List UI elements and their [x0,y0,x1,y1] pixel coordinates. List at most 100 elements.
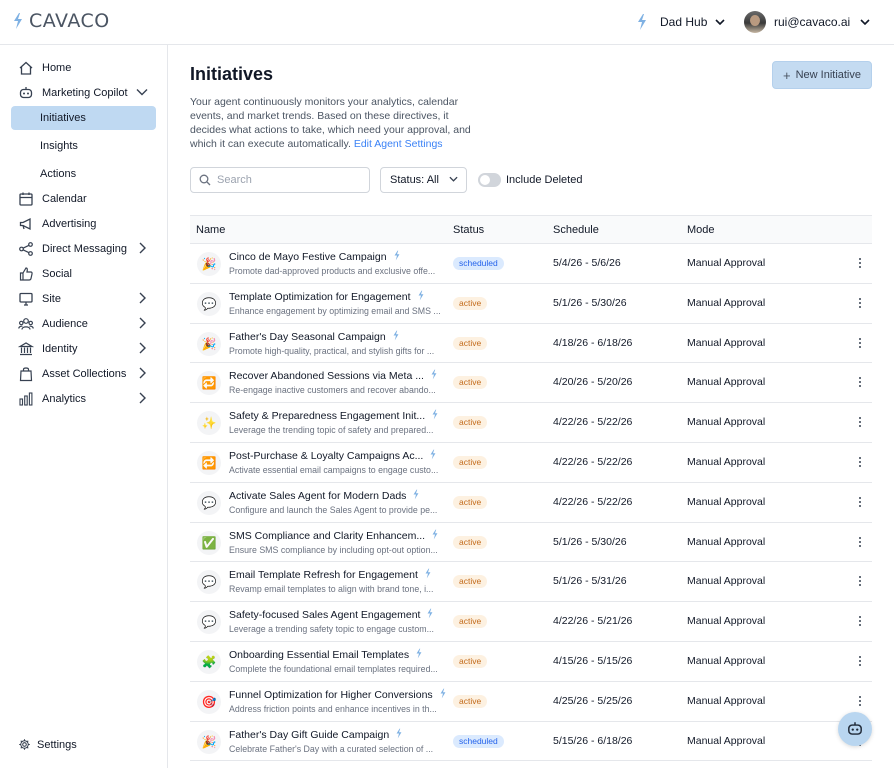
sidebar-item-initiatives[interactable]: Initiatives [11,106,156,130]
initiative-name: Activate Sales Agent for Modern Dads [229,489,420,503]
sidebar-item-home[interactable]: Home [11,56,156,80]
search-field[interactable] [190,167,370,193]
initiative-schedule: 4/22/26 - 5/21/26 [553,615,633,628]
gear-icon [19,739,30,750]
sidebar-item-label: Advertising [42,218,97,230]
copilot-chat-button[interactable] [838,712,872,746]
column-header-schedule[interactable]: Schedule [553,224,599,236]
status-filter-select[interactable]: Status: All [380,167,467,193]
ai-bolt-icon [415,648,423,662]
chevron-right-icon [139,392,146,404]
table-row[interactable]: 🎉 Father's Day Gift Guide Campaign Celebra… [190,722,872,762]
page-description: Your agent continuously monitors your an… [190,95,480,151]
initiative-name-text: Activate Sales Agent for Modern Dads [229,489,407,502]
status-badge: active [453,296,488,310]
initiative-mode: Manual Approval [687,296,766,309]
table-row[interactable]: 🎉 Cinco de Mayo Festive Campaign Promote d… [190,244,872,284]
table-row[interactable]: 🧩 Onboarding Essential Email Templates Com… [190,642,872,682]
sidebar-item-site[interactable]: Site [11,287,156,311]
table-row[interactable]: 💬 Template Optimization for Engagement Enh… [190,284,872,324]
initiative-name: Cinco de Mayo Festive Campaign [229,250,401,264]
more-options-icon[interactable] [856,415,864,429]
calendar-icon [17,190,35,208]
sidebar-item-label: Identity [42,343,78,355]
ai-bolt-icon [395,728,403,742]
more-options-icon[interactable] [856,614,864,628]
table-row[interactable]: ✨ Safety & Preparedness Engagement Init..… [190,403,872,443]
initiative-emoji-icon: 🎉 [197,729,221,754]
status-badge: active [453,336,488,350]
more-options-icon[interactable] [856,455,864,469]
sidebar-item-marketing-copilot[interactable]: Marketing Copilot [11,81,156,105]
sidebar-item-social[interactable]: Social [11,262,156,286]
sidebar-item-calendar[interactable]: Calendar [11,187,156,211]
initiative-mode: Manual Approval [687,416,766,429]
column-header-mode[interactable]: Mode [687,224,715,236]
search-input[interactable] [217,174,357,186]
monitor-icon [17,290,35,308]
sidebar-item-identity[interactable]: Identity [11,337,156,361]
sidebar-item-audience[interactable]: Audience [11,312,156,336]
table-row[interactable]: 💬 Activate Sales Agent for Modern Dads Con… [190,483,872,523]
more-options-icon[interactable] [856,296,864,310]
table-row[interactable]: 🎯 Funnel Optimization for Higher Conversi… [190,682,872,722]
table-row[interactable]: 🔁 Recover Abandoned Sessions via Meta ...… [190,363,872,404]
initiative-description: Promote dad-approved products and exclus… [229,266,436,276]
table-row[interactable]: 🎉 Father's Day Seasonal Campaign Promote h… [190,324,872,364]
chevron-right-icon [139,367,146,379]
sidebar-item-insights[interactable]: Insights [11,134,156,158]
sidebar-item-actions[interactable]: Actions [11,162,156,186]
hub-label: Dad Hub [660,15,708,29]
new-initiative-button[interactable]: + New Initiative [772,61,872,89]
more-options-icon[interactable] [856,495,864,509]
table-row[interactable]: ✅ SMS Compliance and Clarity Enhancem... E… [190,523,872,563]
sidebar-item-label: Initiatives [40,112,86,124]
initiative-mode: Manual Approval [687,654,766,667]
column-header-status[interactable]: Status [453,224,484,236]
more-options-icon[interactable] [856,574,864,588]
sidebar-item-label: Calendar [42,193,87,205]
sidebar-item-settings[interactable]: Settings [18,738,77,751]
table-row[interactable]: 💬 Safety-focused Sales Agent Engagement Le… [190,602,872,642]
more-options-icon[interactable] [856,654,864,668]
initiative-emoji-icon: 🧩 [197,649,221,674]
sidebar-item-asset-collections[interactable]: Asset Collections [11,362,156,386]
initiative-emoji-icon: 💬 [197,610,221,635]
edit-agent-settings-link[interactable]: Edit Agent Settings [354,138,443,150]
more-options-icon[interactable] [856,336,864,350]
more-options-icon[interactable] [856,535,864,549]
status-badge: scheduled [453,257,504,270]
initiative-name-text: Father's Day Gift Guide Campaign [229,728,390,741]
initiative-mode: Manual Approval [687,734,766,747]
more-options-icon[interactable] [856,375,864,389]
ai-bolt-icon [393,250,401,264]
status-badge: active [453,535,488,549]
more-options-icon[interactable] [856,694,864,708]
initiative-name: Safety & Preparedness Engagement Init... [229,409,439,423]
column-header-name[interactable]: Name [196,224,225,236]
initiative-description: Promote high-quality, practical, and sty… [229,345,435,356]
more-options-icon[interactable] [856,256,864,270]
initiative-name: Father's Day Gift Guide Campaign [229,728,403,742]
share-icon [17,240,35,258]
initiative-schedule: 5/1/26 - 5/30/26 [553,296,627,309]
include-deleted-toggle[interactable] [478,173,501,187]
table-body: 🎉 Cinco de Mayo Festive Campaign Promote d… [190,244,872,762]
sidebar-item-analytics[interactable]: Analytics [11,387,156,411]
chevron-down-icon [715,19,725,25]
ai-bolt-icon [426,608,434,622]
user-menu[interactable]: rui@cavaco.ai [744,11,870,33]
status-badge: active [453,495,488,509]
sidebar-item-label: Actions [40,168,77,180]
initiative-schedule: 4/20/26 - 5/20/26 [553,376,633,389]
table-row[interactable]: 🔁 Post-Purchase & Loyalty Campaigns Ac...… [190,443,872,483]
sidebar-item-direct-messaging[interactable]: Direct Messaging [11,237,156,261]
table-row[interactable]: 💬 Email Template Refresh for Engagement Re… [190,562,872,603]
initiative-name-text: Safety & Preparedness Engagement Init... [229,410,426,423]
status-badge: active [453,575,488,589]
brand-logo[interactable]: CAVACO [12,10,110,32]
sidebar-item-advertising[interactable]: Advertising [11,212,156,236]
initiative-schedule: 5/1/26 - 5/31/26 [553,575,627,588]
hub-switcher[interactable]: Dad Hub [636,13,725,31]
status-badge: active [453,615,488,629]
